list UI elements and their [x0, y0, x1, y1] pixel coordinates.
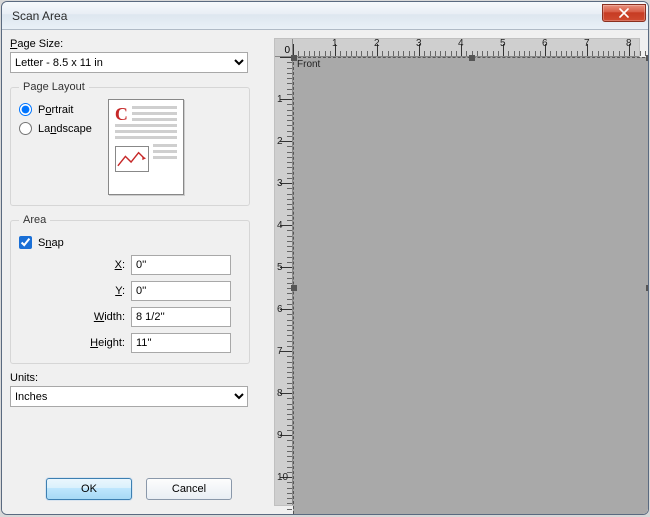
x-label: X:: [77, 259, 125, 271]
handle-ne[interactable]: [646, 55, 649, 61]
page-size-label: Page Size:: [10, 38, 268, 50]
close-icon: [619, 8, 629, 18]
area-group: Area Snap X: Y: Width:: [10, 214, 250, 364]
page-size-select[interactable]: Letter - 8.5 x 11 in: [10, 52, 248, 73]
dialog-window: Scan Area Page Size: Letter - 8.5 x 11 i…: [1, 1, 649, 515]
portrait-radio[interactable]: Portrait: [19, 103, 92, 116]
ruler-vertical: 1234567891011: [275, 57, 293, 505]
close-button[interactable]: [602, 4, 646, 22]
y-field[interactable]: [131, 281, 231, 301]
portrait-radio-input[interactable]: [19, 103, 32, 116]
handle-nw[interactable]: [291, 55, 297, 61]
width-label: Width:: [77, 311, 125, 323]
page-rect[interactable]: Front: [293, 57, 649, 515]
dialog-buttons: OK Cancel: [10, 468, 268, 506]
ok-button[interactable]: OK: [46, 478, 132, 500]
window-title: Scan Area: [12, 9, 602, 23]
ruler-horizontal: 12345678: [293, 39, 639, 57]
landscape-radio[interactable]: Landscape: [19, 122, 92, 135]
page-layout-legend: Page Layout: [19, 81, 89, 93]
handle-n[interactable]: [469, 55, 475, 61]
page-thumbnail: C: [108, 99, 184, 195]
area-legend: Area: [19, 214, 50, 226]
width-field[interactable]: [131, 307, 231, 327]
left-panel: Page Size: Letter - 8.5 x 11 in Page Lay…: [10, 38, 268, 506]
content-area: Page Size: Letter - 8.5 x 11 in Page Lay…: [2, 30, 648, 514]
height-field[interactable]: [131, 333, 231, 353]
height-label: Height:: [77, 337, 125, 349]
units-select[interactable]: Inches: [10, 386, 248, 407]
snap-checkbox-input[interactable]: [19, 236, 32, 249]
preview-canvas[interactable]: Front: [293, 57, 639, 505]
units-block: Units: Inches: [10, 372, 268, 407]
landscape-radio-input[interactable]: [19, 122, 32, 135]
handle-w[interactable]: [291, 285, 297, 291]
y-label: Y:: [77, 285, 125, 297]
preview-pane: 0 12345678 1234567891011 Front: [274, 38, 640, 506]
titlebar: Scan Area: [2, 2, 648, 30]
handle-e[interactable]: [646, 285, 649, 291]
page-front-label: Front: [297, 59, 320, 70]
x-field[interactable]: [131, 255, 231, 275]
units-label: Units:: [10, 372, 268, 384]
snap-checkbox[interactable]: Snap: [19, 236, 241, 249]
thumb-chart-icon: [115, 146, 149, 172]
thumb-letter-icon: C: [115, 107, 128, 121]
page-layout-group: Page Layout Portrait Landscape: [10, 81, 250, 206]
cancel-button[interactable]: Cancel: [146, 478, 232, 500]
